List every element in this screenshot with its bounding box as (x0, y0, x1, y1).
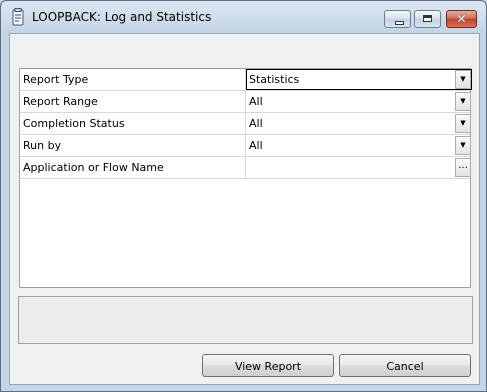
dialog-client-area: Report Type Statistics ▼ Report Range Al… (9, 33, 480, 385)
property-label: Report Range (20, 91, 246, 112)
report-range-dropdown[interactable]: All ▼ (246, 91, 472, 112)
completion-status-dropdown[interactable]: All ▼ (246, 113, 472, 134)
close-button[interactable]: ✕ (446, 10, 477, 28)
run-by-dropdown[interactable]: All ▼ (246, 135, 472, 156)
property-label: Run by (20, 135, 246, 156)
property-grid: Report Type Statistics ▼ Report Range Al… (19, 68, 472, 288)
property-value: All (249, 117, 263, 130)
property-value: Statistics (249, 73, 300, 86)
minimize-icon (395, 21, 404, 25)
property-value: All (249, 139, 263, 152)
view-report-button[interactable]: View Report (202, 354, 334, 377)
property-label: Completion Status (20, 113, 246, 134)
close-icon: ✕ (456, 12, 467, 26)
property-row-completion-status: Completion Status All ▼ (20, 113, 472, 135)
cancel-button[interactable]: Cancel (339, 354, 471, 377)
property-row-run-by: Run by All ▼ (20, 135, 472, 157)
property-row-report-range: Report Range All ▼ (20, 91, 472, 113)
window-title: LOOPBACK: Log and Statistics (32, 10, 212, 24)
maximize-button[interactable] (414, 10, 441, 28)
minimize-button[interactable] (384, 10, 411, 28)
property-label: Application or Flow Name (20, 157, 246, 178)
property-label: Report Type (20, 69, 246, 90)
dialog-window: LOOPBACK: Log and Statistics ✕ Report Ty… (0, 0, 487, 392)
status-message-box (18, 296, 473, 344)
property-row-application-name: Application or Flow Name ... (20, 157, 472, 179)
application-name-field[interactable]: ... (246, 157, 472, 178)
property-value: All (249, 95, 263, 108)
dropdown-arrow-icon[interactable]: ▼ (455, 92, 471, 111)
report-type-dropdown[interactable]: Statistics ▼ (246, 69, 472, 90)
application-icon (12, 8, 24, 26)
browse-button[interactable]: ... (455, 158, 471, 177)
title-bar[interactable]: LOOPBACK: Log and Statistics ✕ (1, 1, 486, 33)
property-row-report-type: Report Type Statistics ▼ (20, 69, 472, 91)
dropdown-arrow-icon[interactable]: ▼ (455, 70, 471, 89)
dropdown-arrow-icon[interactable]: ▼ (455, 136, 471, 155)
maximize-icon (423, 15, 432, 22)
dropdown-arrow-icon[interactable]: ▼ (455, 114, 471, 133)
